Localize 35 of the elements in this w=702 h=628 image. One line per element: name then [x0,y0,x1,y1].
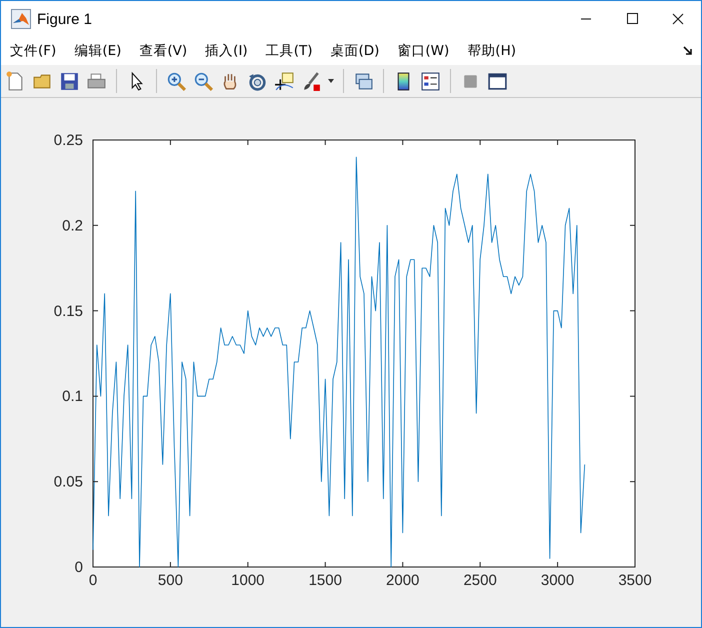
y-tick-label: 0.15 [54,302,83,320]
window-title: Figure 1 [37,10,92,28]
link-icon[interactable] [353,70,374,92]
x-tick-label: 3500 [618,572,652,589]
save-icon[interactable] [59,70,80,92]
menu-item[interactable]: 窗口(W) [397,42,450,60]
app-logo-icon [11,9,31,29]
y-tick-label: 0.1 [62,388,83,406]
x-tick-label: 1000 [231,572,265,589]
menu-item[interactable]: 帮助(H) [467,42,516,60]
printer-icon[interactable] [86,70,107,92]
data-cursor-icon[interactable] [274,70,295,92]
x-tick-label: 2500 [463,572,497,589]
menu-item[interactable]: 文件(F) [10,42,56,60]
menu-item[interactable]: 查看(V) [139,42,188,60]
menu-item[interactable]: 插入(I) [205,42,248,60]
y-tick-label: 0.2 [62,217,83,234]
y-tick-label: 0.05 [54,474,83,491]
menu-item[interactable]: 编辑(E) [74,42,122,60]
window-icon[interactable] [487,70,508,92]
zoom-in-icon[interactable] [166,70,187,92]
y-tick-label: 0 [74,559,83,576]
menu-item[interactable]: 桌面(D) [330,42,380,60]
caret-icon[interactable] [328,79,334,83]
menu-item[interactable]: 工具(T) [266,42,312,60]
legend-icon[interactable] [420,70,441,92]
dock-arrow-icon[interactable] [683,46,693,56]
x-tick-label: 500 [158,572,183,589]
x-tick-label: 3000 [540,572,574,589]
x-tick-label: 1500 [308,572,342,589]
x-tick-label: 2000 [386,572,420,589]
y-tick-label: 0.25 [54,132,83,149]
brush-icon[interactable] [301,70,322,92]
zoom-out-icon[interactable] [193,70,214,92]
x-tick-label: 0 [88,572,98,589]
